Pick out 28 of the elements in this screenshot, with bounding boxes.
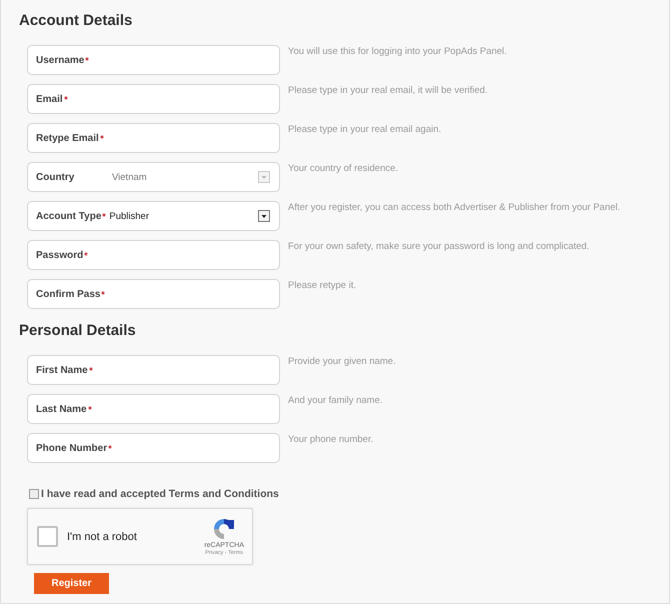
hint-text: Your phone number. xyxy=(288,433,374,447)
input-field[interactable]: Phone Number xyxy=(27,433,280,463)
input-field[interactable]: Password xyxy=(27,240,280,270)
hint-text: Provide your given name. xyxy=(288,355,397,369)
hint-text: You will use this for logging into your PopAds Panel. xyxy=(288,45,508,59)
input-field[interactable]: First Name xyxy=(27,355,280,385)
hint-text: Your country of residence. xyxy=(288,162,400,176)
checkbox-label[interactable]: I have read and accepted Terms and Conditions xyxy=(41,488,279,500)
hint-text: And your family name. xyxy=(288,394,384,408)
captcha-checkbox[interactable] xyxy=(37,526,58,547)
hint-text: Please retype it. xyxy=(288,279,358,293)
register-button[interactable]: Register xyxy=(34,573,109,594)
section-heading: Account Details xyxy=(19,11,134,31)
hint-text: For your own safety, make sure your password is long and complicated. xyxy=(288,240,590,254)
section-heading: Personal Details xyxy=(19,321,137,341)
hint-text: After you register, you can access both Advertiser & Publisher from your Panel. xyxy=(288,201,622,215)
hint-text: Please type in your real email, it will be verified. xyxy=(288,84,489,98)
select-field[interactable]: Account Type Publisher xyxy=(27,201,280,231)
input-field[interactable]: Retype Email xyxy=(27,123,280,153)
input-field[interactable]: Email xyxy=(27,84,280,114)
captcha-label: I'm not a robot xyxy=(67,530,138,542)
hint-text: Please type in your real email again. xyxy=(288,123,442,137)
input-field[interactable]: Confirm Pass xyxy=(27,279,280,309)
input-field[interactable]: Username xyxy=(27,45,280,75)
dropdown-icon[interactable] xyxy=(258,210,270,222)
input-field[interactable]: Last Name xyxy=(27,394,280,424)
refresh-arrows-icon xyxy=(212,516,236,540)
checkbox[interactable] xyxy=(29,489,39,499)
